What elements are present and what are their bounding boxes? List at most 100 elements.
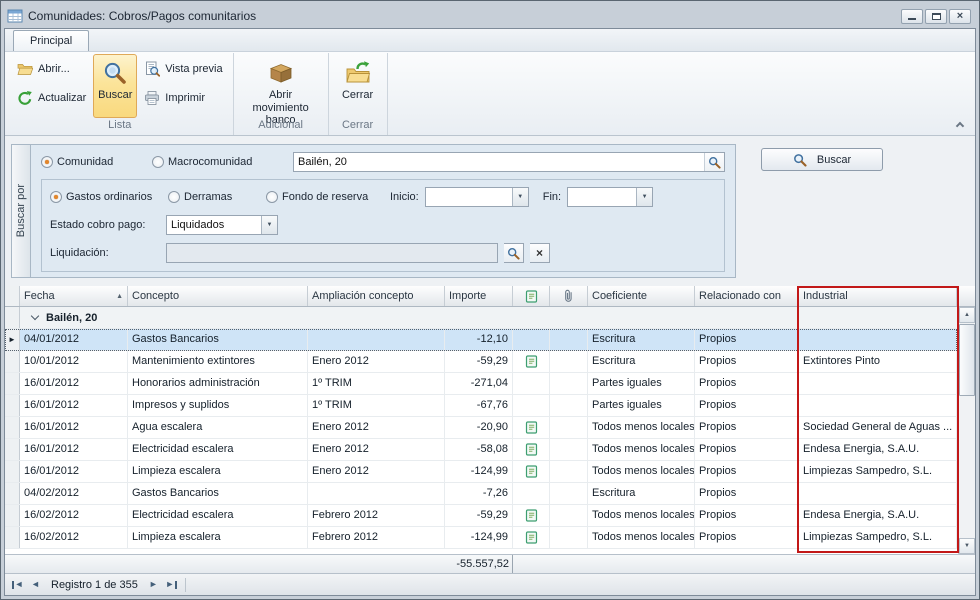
imprimir-button[interactable]: Imprimir [140,88,226,108]
column-header-adjunto[interactable] [550,286,588,306]
scroll-down-button[interactable]: ▼ [959,538,975,554]
cell-importe[interactable]: -59,29 [445,505,513,526]
cell-concepto[interactable]: Gastos Bancarios [128,329,308,350]
tab-principal[interactable]: Principal [13,30,89,51]
estado-cobro-pago-select[interactable]: Liquidados ▼ [166,215,278,235]
cell-importe[interactable]: -124,99 [445,461,513,482]
cell-ampliacion[interactable]: Enero 2012 [308,351,445,372]
cell-documento[interactable] [513,439,550,460]
cell-adjunto[interactable] [550,373,588,394]
buscar-button[interactable]: Buscar [761,148,883,171]
cell-coeficiente[interactable]: Todos menos locales [588,417,695,438]
cell-relacionado[interactable]: Propios [695,505,799,526]
cell-coeficiente[interactable]: Todos menos locales [588,505,695,526]
column-header-fecha[interactable]: Fecha▲ [20,286,128,306]
cell-importe[interactable]: -12,10 [445,329,513,350]
inicio-dropdown-icon[interactable]: ▼ [512,188,528,206]
comunidad-lookup-button[interactable] [704,153,724,171]
cell-importe[interactable]: -67,76 [445,395,513,416]
table-row[interactable]: 16/01/2012 Impresos y suplidos 1º TRIM -… [5,395,957,417]
cell-documento[interactable] [513,351,550,372]
cell-ampliacion[interactable] [308,483,445,504]
cell-ampliacion[interactable]: 1º TRIM [308,373,445,394]
cerrar-button[interactable]: Cerrar [332,54,384,118]
group-row[interactable]: Bailén, 20 [5,307,957,329]
vista-previa-button[interactable]: Vista previa [140,59,226,79]
cell-relacionado[interactable]: Propios [695,373,799,394]
radio-comunidad[interactable]: Comunidad [41,156,146,168]
actualizar-button[interactable]: Actualizar [13,88,90,108]
cell-concepto[interactable]: Mantenimiento extintores [128,351,308,372]
cell-industrial[interactable] [799,395,957,416]
row-gutter[interactable] [5,505,20,526]
cell-importe[interactable]: -271,04 [445,373,513,394]
cell-fecha[interactable]: 16/01/2012 [20,439,128,460]
cell-documento[interactable] [513,395,550,416]
cell-fecha[interactable]: 16/01/2012 [20,461,128,482]
cell-fecha[interactable]: 16/01/2012 [20,395,128,416]
cell-relacionado[interactable]: Propios [695,461,799,482]
cell-relacionado[interactable]: Propios [695,417,799,438]
cell-concepto[interactable]: Agua escalera [128,417,308,438]
cell-adjunto[interactable] [550,395,588,416]
cell-importe[interactable]: -124,99 [445,527,513,548]
abrir-movimiento-banco-button[interactable]: Abrir movimiento banco [237,54,325,118]
cell-ampliacion[interactable]: Enero 2012 [308,461,445,482]
cell-industrial[interactable]: Endesa Energia, S.A.U. [799,505,957,526]
cell-coeficiente[interactable]: Todos menos locales [588,439,695,460]
cell-coeficiente[interactable]: Todos menos locales [588,527,695,548]
cell-relacionado[interactable]: Propios [695,395,799,416]
cell-concepto[interactable]: Electricidad escalera [128,505,308,526]
cell-documento[interactable] [513,329,550,350]
row-gutter[interactable] [5,395,20,416]
maximize-button[interactable] [925,9,947,24]
radio-derramas[interactable]: Derramas [168,191,260,203]
cell-ampliacion[interactable]: Febrero 2012 [308,527,445,548]
cell-concepto[interactable]: Limpieza escalera [128,527,308,548]
cell-fecha[interactable]: 04/01/2012 [20,329,128,350]
radio-gastos-ordinarios[interactable]: Gastos ordinarios [50,191,162,203]
cell-fecha[interactable]: 10/01/2012 [20,351,128,372]
cell-importe[interactable]: -58,08 [445,439,513,460]
cell-concepto[interactable]: Limpieza escalera [128,461,308,482]
cell-coeficiente[interactable]: Todos menos locales [588,461,695,482]
row-gutter[interactable] [5,439,20,460]
cell-industrial[interactable]: Extintores Pinto [799,351,957,372]
estado-dropdown-icon[interactable]: ▼ [261,216,277,234]
cell-coeficiente[interactable]: Escritura [588,329,695,350]
row-gutter[interactable] [5,351,20,372]
collapse-chevron-icon[interactable] [31,312,39,320]
radio-macrocomunidad[interactable]: Macrocomunidad [152,156,287,168]
cell-industrial[interactable] [799,329,957,350]
close-button[interactable]: × [949,9,971,24]
liquidacion-input[interactable] [167,247,497,259]
radio-fondo-reserva[interactable]: Fondo de reserva [266,191,384,203]
cell-documento[interactable] [513,417,550,438]
cell-adjunto[interactable] [550,527,588,548]
inicio-datepicker[interactable]: ▼ [425,187,529,207]
cell-concepto[interactable]: Electricidad escalera [128,439,308,460]
selected-row-indicator[interactable]: ► [5,329,20,350]
buscar-por-side-tab[interactable]: Buscar por [11,144,30,278]
liquidacion-lookup-button[interactable] [504,243,524,263]
column-header-concepto[interactable]: Concepto [128,286,308,306]
column-header-industrial[interactable]: Industrial [799,286,957,306]
nav-last-button[interactable]: ► [163,576,180,593]
cell-industrial[interactable]: Sociedad General de Aguas ... [799,417,957,438]
cell-concepto[interactable]: Impresos y suplidos [128,395,308,416]
buscar-ribbon-button[interactable]: Buscar [93,54,137,118]
table-row[interactable]: 10/01/2012 Mantenimiento extintores Ener… [5,351,957,373]
cell-adjunto[interactable] [550,483,588,504]
cell-industrial[interactable] [799,373,957,394]
cell-industrial[interactable] [799,483,957,504]
cell-ampliacion[interactable]: 1º TRIM [308,395,445,416]
scrollbar-thumb[interactable] [959,324,975,396]
cell-importe[interactable]: -59,29 [445,351,513,372]
cell-documento[interactable] [513,373,550,394]
cell-adjunto[interactable] [550,417,588,438]
cell-ampliacion[interactable]: Enero 2012 [308,417,445,438]
table-row[interactable]: 16/01/2012 Agua escalera Enero 2012 -20,… [5,417,957,439]
nav-first-button[interactable]: ◄ [9,576,26,593]
cell-importe[interactable]: -20,90 [445,417,513,438]
table-row[interactable]: 16/02/2012 Electricidad escalera Febrero… [5,505,957,527]
